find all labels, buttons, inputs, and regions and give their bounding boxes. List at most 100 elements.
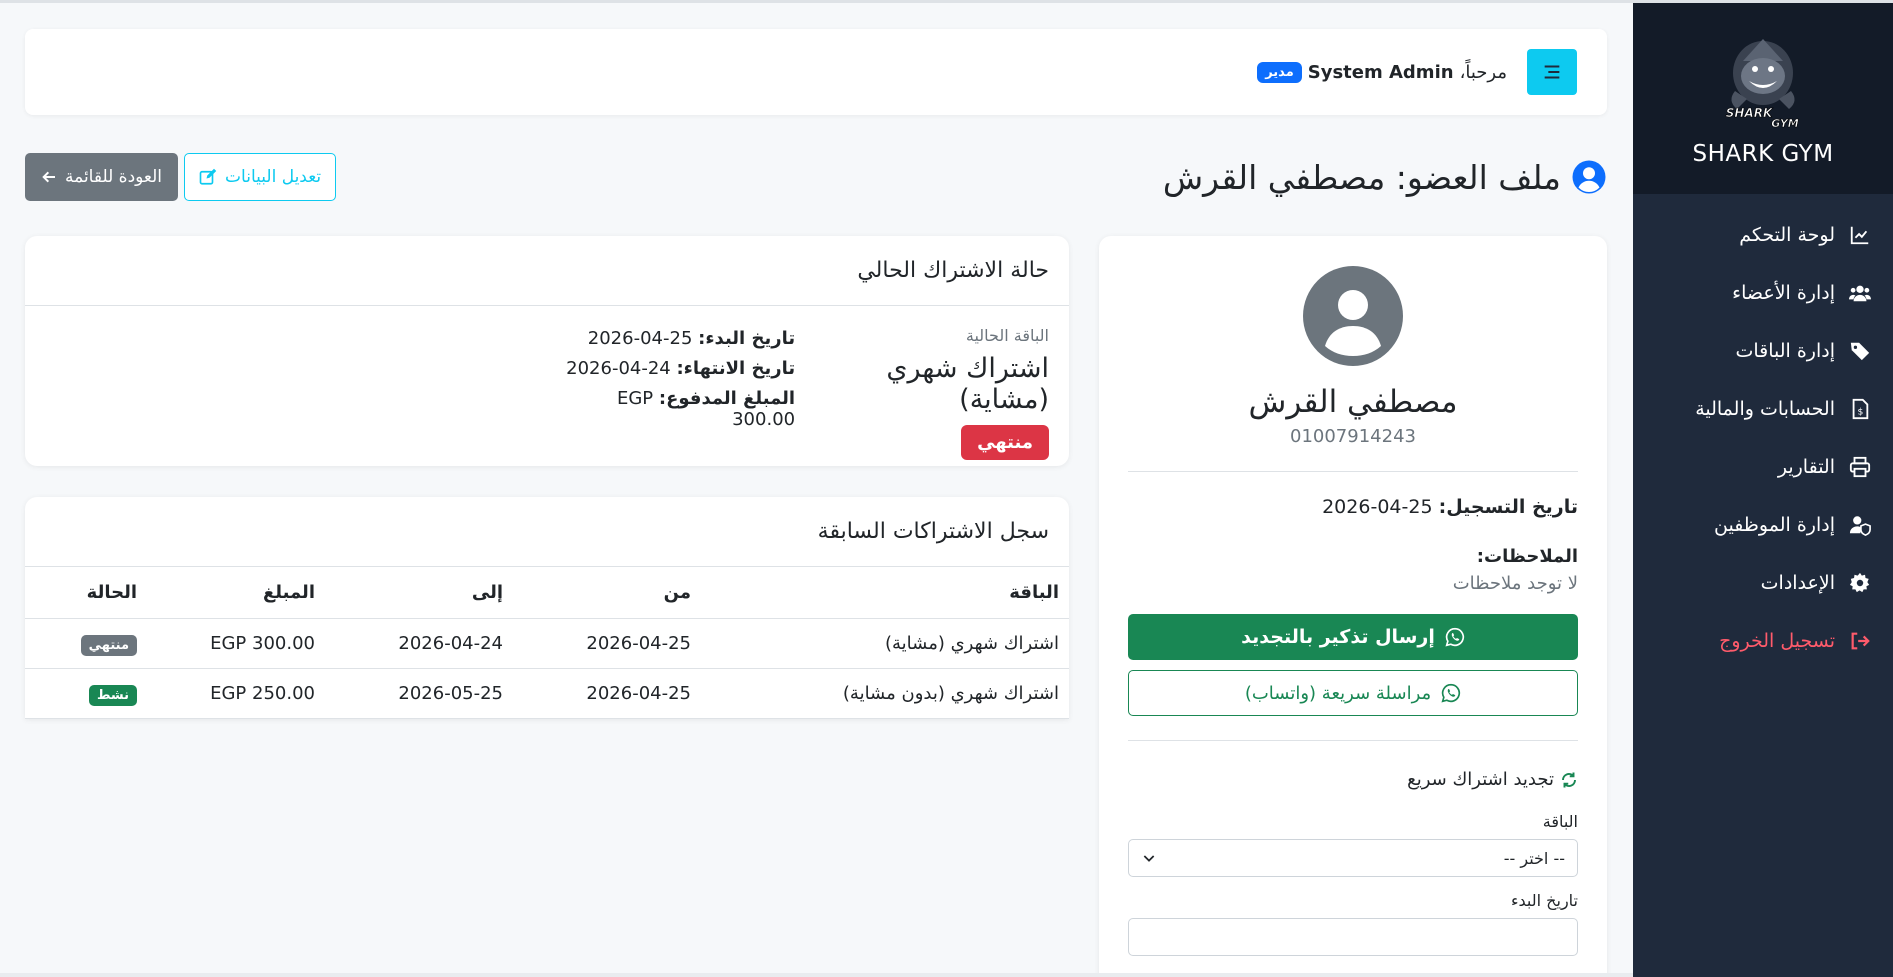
col-status: الحالة — [25, 567, 147, 619]
refresh-icon — [1562, 772, 1576, 787]
svg-text:$: $ — [1858, 407, 1864, 418]
paid-amount-row: المبلغ المدفوع: EGP 300.00 — [555, 388, 795, 430]
history-table: الباقة من إلى المبلغ الحالة اشتراك شهري … — [25, 567, 1069, 719]
current-package-name: اشتراك شهري (مشاية) — [886, 353, 1049, 415]
chart-line-icon — [1850, 226, 1869, 245]
cell-from: 2026-04-25 — [513, 668, 701, 719]
divider — [1128, 471, 1578, 472]
avatar — [1303, 266, 1403, 366]
back-to-list-button[interactable]: العودة للقائمة — [25, 153, 179, 201]
divider — [1128, 740, 1578, 741]
col-from: من — [513, 567, 701, 619]
quick-msg-label: مراسلة سريعة (واتساب) — [1244, 682, 1432, 704]
edit-data-button[interactable]: تعديل البيانات — [184, 153, 337, 201]
end-date-label: تاريخ الانتهاء: — [676, 358, 796, 379]
user-shield-icon — [1849, 516, 1871, 536]
whatsapp-icon — [1445, 627, 1464, 647]
sidebar-item-label: لوحة التحكم — [1739, 224, 1835, 246]
logo-text-top: SHARK — [1726, 106, 1774, 120]
subscription-dates: تاريخ البدء: 25-04-2026 تاريخ الانتهاء: … — [45, 326, 795, 460]
topbar: مرحباً، System Admin مدير — [25, 29, 1607, 115]
history-card-header: سجل الاشتراكات السابقة — [25, 497, 1069, 567]
col-amount: المبلغ — [147, 567, 325, 619]
status-body: الباقة الحالية اشتراك شهري (مشاية) منتهي… — [25, 306, 1069, 460]
start-date-label: تاريخ البدء — [1511, 891, 1578, 910]
menu-icon — [1544, 65, 1560, 79]
bottom-border — [0, 973, 1633, 977]
brand-name: SHARK GYM — [1692, 141, 1834, 167]
arrow-left-icon — [42, 171, 55, 183]
table-row: اشتراك شهري (مشاية) 2026-04-25 2026-04-2… — [25, 618, 1069, 669]
status-badge: نشط — [88, 684, 137, 706]
sidebar-nav: لوحة التحكم إدارة الأعضاء إدارة الباقات … — [1633, 194, 1893, 670]
sidebar-item-packages[interactable]: إدارة الباقات — [1633, 322, 1893, 380]
user-greeting: مرحباً، System Admin مدير — [1257, 61, 1507, 83]
user-circle-icon — [1572, 160, 1606, 194]
sidebar-item-reports[interactable]: التقارير — [1633, 438, 1893, 496]
chevron-down-icon — [1143, 855, 1155, 862]
current-subscription-card: حالة الاشتراك الحالي الباقة الحالية اشتر… — [25, 236, 1069, 466]
sidebar-item-label: الحسابات والمالية — [1695, 398, 1835, 420]
gear-icon — [1849, 572, 1870, 593]
edit-icon — [199, 168, 217, 185]
cell-amount: EGP 300.00 — [147, 618, 325, 669]
user-name: System Admin — [1307, 61, 1454, 83]
notes-label: الملاحظات: — [1476, 546, 1578, 567]
package-select[interactable]: -- اختر -- — [1128, 839, 1578, 877]
package-select-value: -- اختر -- — [1503, 848, 1565, 868]
registration-date: تاريخ التسجيل: 25-04-2026 — [1128, 496, 1578, 518]
start-date-value: 25-04-2026 — [587, 328, 693, 349]
role-badge: مدير — [1257, 61, 1302, 83]
sidebar-item-members[interactable]: إدارة الأعضاء — [1633, 264, 1893, 322]
cell-amount: EGP 250.00 — [147, 668, 325, 719]
sidebar-item-dashboard[interactable]: لوحة التحكم — [1633, 206, 1893, 264]
sidebar-item-label: تسجيل الخروج — [1719, 630, 1835, 652]
notes-value: لا توجد ملاحظات — [1452, 573, 1578, 594]
cell-status: نشط — [25, 668, 147, 719]
page-title: ملف العضو: مصطفي القرش — [1163, 158, 1607, 197]
main-content: مرحباً، System Admin مدير ملف العضو: مصط… — [0, 3, 1633, 977]
table-row: اشتراك شهري (بدون مشاية) 2026-04-25 2026… — [25, 668, 1069, 719]
brand-area: SHARK GYM SHARK GYM — [1633, 3, 1893, 194]
edit-label: تعديل البيانات — [225, 167, 322, 187]
start-date-input[interactable] — [1128, 918, 1578, 956]
cell-to: 2026-04-24 — [325, 618, 513, 669]
send-renewal-reminder-button[interactable]: إرسال تذكير بالتجديد — [1128, 614, 1578, 660]
sidebar-item-label: إدارة الباقات — [1735, 340, 1835, 362]
cell-package: اشتراك شهري (مشاية) — [701, 618, 1069, 669]
paid-amount-label: المبلغ المدفوع: — [658, 388, 796, 409]
sidebar-item-staff[interactable]: إدارة الموظفين — [1633, 496, 1893, 554]
logo-text-bottom: GYM — [1771, 117, 1799, 130]
printer-icon — [1849, 456, 1871, 478]
quick-whatsapp-button[interactable]: مراسلة سريعة (واتساب) — [1128, 670, 1578, 716]
sidebar-item-label: إدارة الموظفين — [1714, 514, 1835, 536]
user-avatar-icon — [1325, 290, 1381, 356]
status-card-header: حالة الاشتراك الحالي — [25, 236, 1069, 306]
status-badge: منتهي — [961, 425, 1049, 460]
menu-toggle-button[interactable] — [1527, 49, 1577, 95]
shark-gym-logo[interactable]: SHARK GYM — [1713, 31, 1813, 131]
start-date-label: تاريخ البدء: — [698, 328, 796, 349]
sidebar-item-settings[interactable]: الإعدادات — [1633, 554, 1893, 612]
current-package-block: الباقة الحالية اشتراك شهري (مشاية) منتهي — [795, 326, 1049, 460]
col-package: الباقة — [701, 567, 1069, 619]
tags-icon — [1850, 342, 1870, 361]
cell-package: اشتراك شهري (بدون مشاية) — [701, 668, 1069, 719]
package-label: الباقة — [1542, 812, 1578, 831]
sidebar-item-label: إدارة الأعضاء — [1732, 282, 1835, 304]
sidebar-item-label: التقارير — [1777, 456, 1835, 478]
header-actions: العودة للقائمة تعديل البيانات — [25, 153, 337, 201]
page-header: ملف العضو: مصطفي القرش العودة للقائمة تع… — [25, 151, 1607, 203]
reg-label: تاريخ التسجيل: — [1438, 496, 1578, 518]
sidebar-item-logout[interactable]: تسجيل الخروج — [1633, 612, 1893, 670]
quick-renew-title: تجديد اشتراك سريع — [1128, 769, 1578, 790]
reg-value: 25-04-2026 — [1322, 496, 1433, 518]
sidebar-item-finance[interactable]: $ الحسابات والمالية — [1633, 380, 1893, 438]
end-date-row: تاريخ الانتهاء: 24-04-2026 — [555, 358, 795, 379]
users-icon — [1849, 285, 1871, 302]
status-badge: منتهي — [80, 634, 137, 656]
table-header-row: الباقة من إلى المبلغ الحالة — [25, 567, 1069, 619]
reminder-label: إرسال تذكير بالتجديد — [1241, 626, 1435, 648]
member-phone: 01007914243 — [1290, 426, 1416, 447]
cell-to: 2026-05-25 — [325, 668, 513, 719]
